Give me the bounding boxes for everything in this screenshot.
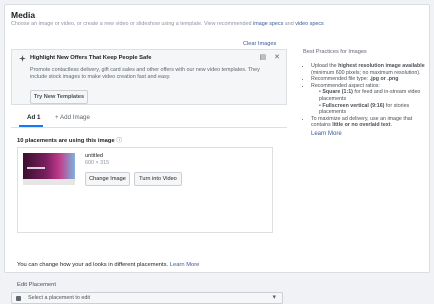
- list-item: To maximize ad delivery, use an image th…: [311, 116, 425, 129]
- section-subtitle: Choose an image or video, or create a ne…: [11, 21, 324, 27]
- banner-actions: ▤ ✕: [254, 53, 280, 61]
- media-card: Media Choose an image or video, or creat…: [4, 4, 430, 304]
- video-specs-link[interactable]: video specs: [295, 21, 323, 27]
- subtitle-and: and: [284, 21, 294, 27]
- banner-title: Highlight New Offers That Keep People Sa…: [30, 55, 152, 61]
- list-item: Recommended aspect ratios: Square (1:1) …: [311, 83, 425, 116]
- add-image-label: Add Image: [60, 114, 90, 121]
- clear-images-link[interactable]: Clear Images: [243, 41, 276, 47]
- image-preview-box: untitled 600 × 315 Change Image Turn int…: [17, 147, 273, 233]
- chevron-down-icon: ▾: [272, 294, 276, 301]
- thumbnail-detail: [27, 167, 45, 169]
- try-new-templates-button[interactable]: Try New Templates: [30, 90, 88, 104]
- placement-icon: [16, 295, 21, 301]
- subtitle-text: Choose an image or video, or create a ne…: [11, 21, 252, 27]
- tab-ad-1[interactable]: Ad 1: [27, 114, 40, 121]
- image-specs-link[interactable]: image specs: [253, 21, 283, 27]
- list-item: Upload the highest resolution image avai…: [311, 63, 425, 76]
- placement-select[interactable]: Select a placement to edit ▾: [11, 292, 283, 304]
- learn-more-link[interactable]: Learn More: [170, 262, 200, 268]
- info-icon[interactable]: ⓘ: [116, 138, 122, 144]
- ad-tabs: Ad 1 + Add Image: [11, 111, 287, 128]
- image-dimensions: 600 × 315: [85, 160, 110, 166]
- best-practices-panel: Best Practices for Images Upload the hig…: [303, 49, 425, 137]
- promo-banner: Highlight New Offers That Keep People Sa…: [11, 49, 287, 105]
- list-item: Recommended file type: .jpg or .png: [311, 76, 425, 83]
- banner-text: Promote contactless delivery, gift card …: [30, 67, 260, 80]
- placement-select-value: Select a placement to edit: [28, 295, 91, 301]
- image-name: untitled: [85, 153, 104, 159]
- best-practices-learn-more-link[interactable]: Learn More: [303, 131, 425, 137]
- best-practices-title: Best Practices for Images: [303, 49, 367, 55]
- list-item: Fullscreen vertical (9:16) for stories p…: [319, 103, 425, 116]
- list-item: Square (1:1) for feed and in-stream vide…: [319, 89, 425, 102]
- change-look-text: You can change how your ad looks in diff…: [17, 262, 169, 268]
- turn-into-video-button[interactable]: Turn into Video: [134, 172, 182, 186]
- placements-count: 10 placements are using this image ⓘ: [17, 135, 122, 144]
- tab-add-image[interactable]: + Add Image: [55, 114, 90, 121]
- feedback-icon[interactable]: ▤: [260, 54, 267, 61]
- change-image-button[interactable]: Change Image: [85, 172, 130, 186]
- best-practices-list: Upload the highest resolution image avai…: [303, 63, 425, 129]
- section-title: Media: [11, 10, 36, 20]
- thumbnail-bottom: [23, 179, 75, 185]
- sparkle-icon: [19, 55, 26, 62]
- active-tab-indicator: [19, 125, 43, 127]
- close-icon[interactable]: ✕: [274, 54, 280, 61]
- plus-icon: +: [55, 114, 59, 121]
- placement-customize-note: You can change how your ad looks in diff…: [17, 262, 199, 268]
- placements-count-text: 10 placements are using this image: [17, 138, 115, 144]
- edit-placement-label: Edit Placement: [17, 282, 56, 288]
- aspect-ratio-sublist: Square (1:1) for feed and in-stream vide…: [311, 89, 425, 115]
- image-thumbnail[interactable]: [23, 153, 75, 185]
